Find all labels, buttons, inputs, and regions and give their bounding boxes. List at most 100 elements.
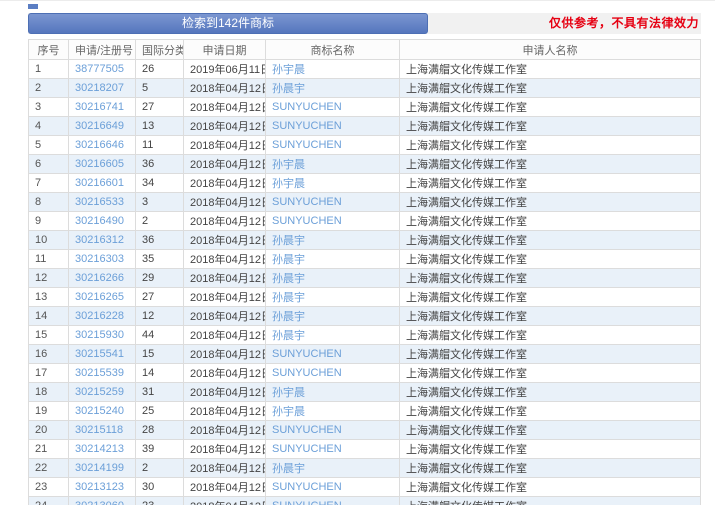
cell-application-date: 2018年04月12日 bbox=[184, 478, 266, 497]
cell-application-number-link[interactable]: 30215240 bbox=[69, 402, 136, 421]
cell-application-number-link[interactable]: 30216228 bbox=[69, 307, 136, 326]
table-row: 5 30216646 11 2018年04月12日 SUNYUCHEN 上海满艒… bbox=[29, 136, 701, 155]
cell-application-number-link[interactable]: 38777505 bbox=[69, 60, 136, 79]
cell-application-number-link[interactable]: 30214199 bbox=[69, 459, 136, 478]
cell-trademark-name-link[interactable]: SUNYUCHEN bbox=[266, 193, 400, 212]
cell-no: 9 bbox=[29, 212, 69, 231]
cell-applicant-name: 上海满艒文化传媒工作室 bbox=[400, 231, 701, 250]
cell-application-number-link[interactable]: 30216605 bbox=[69, 155, 136, 174]
cell-applicant-name: 上海满艒文化传媒工作室 bbox=[400, 193, 701, 212]
cell-application-date: 2018年04月12日 bbox=[184, 345, 266, 364]
cell-application-number-link[interactable]: 30216490 bbox=[69, 212, 136, 231]
cell-trademark-name-link[interactable]: SUNYUCHEN bbox=[266, 421, 400, 440]
cell-international-class: 12 bbox=[136, 307, 184, 326]
table-row: 4 30216649 13 2018年04月12日 SUNYUCHEN 上海满艒… bbox=[29, 117, 701, 136]
cell-trademark-name-link[interactable]: SUNYUCHEN bbox=[266, 345, 400, 364]
table-row: 13 30216265 27 2018年04月12日 孙晨宇 上海满艒文化传媒工… bbox=[29, 288, 701, 307]
cell-trademark-name-link[interactable]: 孙晨宇 bbox=[266, 231, 400, 250]
cell-no: 23 bbox=[29, 478, 69, 497]
cell-application-number-link[interactable]: 30215541 bbox=[69, 345, 136, 364]
cell-international-class: 27 bbox=[136, 288, 184, 307]
cell-trademark-name-link[interactable]: SUNYUCHEN bbox=[266, 440, 400, 459]
cell-application-number-link[interactable]: 30216741 bbox=[69, 98, 136, 117]
cell-international-class: 34 bbox=[136, 174, 184, 193]
cell-application-number-link[interactable]: 30215930 bbox=[69, 326, 136, 345]
cell-application-date: 2018年04月12日 bbox=[184, 231, 266, 250]
table-row: 15 30215930 44 2018年04月12日 孙晨宇 上海满艒文化传媒工… bbox=[29, 326, 701, 345]
cell-application-date: 2018年04月12日 bbox=[184, 440, 266, 459]
cell-trademark-name-link[interactable]: 孙晨宇 bbox=[266, 269, 400, 288]
table-header-row: 序号 申请/注册号 国际分类 申请日期 商标名称 申请人名称 bbox=[29, 40, 701, 60]
cell-trademark-name-link[interactable]: 孙晨宇 bbox=[266, 307, 400, 326]
cell-application-number-link[interactable]: 30213060 bbox=[69, 497, 136, 505]
cell-application-number-link[interactable]: 30218207 bbox=[69, 79, 136, 98]
cell-application-date: 2018年04月12日 bbox=[184, 326, 266, 345]
cell-international-class: 36 bbox=[136, 155, 184, 174]
cell-application-number-link[interactable]: 30216649 bbox=[69, 117, 136, 136]
cell-international-class: 30 bbox=[136, 478, 184, 497]
cell-applicant-name: 上海满艒文化传媒工作室 bbox=[400, 155, 701, 174]
cell-trademark-name-link[interactable]: 孙宇晨 bbox=[266, 402, 400, 421]
header-no: 序号 bbox=[29, 40, 69, 60]
cell-application-number-link[interactable]: 30216265 bbox=[69, 288, 136, 307]
cell-application-date: 2018年04月12日 bbox=[184, 250, 266, 269]
cell-trademark-name-link[interactable]: 孙宇晨 bbox=[266, 174, 400, 193]
results-table-container: 序号 申请/注册号 国际分类 申请日期 商标名称 申请人名称 1 3877750… bbox=[28, 39, 701, 505]
cell-application-date: 2018年04月12日 bbox=[184, 174, 266, 193]
result-count-button[interactable]: 检索到142件商标 bbox=[28, 13, 428, 34]
cell-application-date: 2018年04月12日 bbox=[184, 155, 266, 174]
cell-applicant-name: 上海满艒文化传媒工作室 bbox=[400, 174, 701, 193]
cell-application-number-link[interactable]: 30214213 bbox=[69, 440, 136, 459]
cell-no: 3 bbox=[29, 98, 69, 117]
cell-trademark-name-link[interactable]: 孙晨宇 bbox=[266, 288, 400, 307]
cell-international-class: 35 bbox=[136, 250, 184, 269]
cell-application-date: 2018年04月12日 bbox=[184, 307, 266, 326]
cell-applicant-name: 上海满艒文化传媒工作室 bbox=[400, 79, 701, 98]
cell-trademark-name-link[interactable]: SUNYUCHEN bbox=[266, 497, 400, 505]
table-row: 21 30214213 39 2018年04月12日 SUNYUCHEN 上海满… bbox=[29, 440, 701, 459]
cell-application-number-link[interactable]: 30216646 bbox=[69, 136, 136, 155]
cell-application-number-link[interactable]: 30216312 bbox=[69, 231, 136, 250]
table-row: 1 38777505 26 2019年06月11日 孙宇晨 上海满艒文化传媒工作… bbox=[29, 60, 701, 79]
cell-application-number-link[interactable]: 30213123 bbox=[69, 478, 136, 497]
legal-disclaimer-text: 仅供参考，不具有法律效力 bbox=[428, 13, 701, 34]
cell-application-number-link[interactable]: 30216266 bbox=[69, 269, 136, 288]
header-applicant-name: 申请人名称 bbox=[400, 40, 701, 60]
cell-trademark-name-link[interactable]: SUNYUCHEN bbox=[266, 364, 400, 383]
table-row: 11 30216303 35 2018年04月12日 孙晨宇 上海满艒文化传媒工… bbox=[29, 250, 701, 269]
cell-no: 20 bbox=[29, 421, 69, 440]
cell-trademark-name-link[interactable]: 孙晨宇 bbox=[266, 459, 400, 478]
cell-application-number-link[interactable]: 30215118 bbox=[69, 421, 136, 440]
cell-international-class: 28 bbox=[136, 421, 184, 440]
cell-trademark-name-link[interactable]: SUNYUCHEN bbox=[266, 212, 400, 231]
cell-application-number-link[interactable]: 30215259 bbox=[69, 383, 136, 402]
cell-application-number-link[interactable]: 30215539 bbox=[69, 364, 136, 383]
cell-trademark-name-link[interactable]: 孙宇晨 bbox=[266, 155, 400, 174]
table-row: 20 30215118 28 2018年04月12日 SUNYUCHEN 上海满… bbox=[29, 421, 701, 440]
cell-trademark-name-link[interactable]: 孙宇晨 bbox=[266, 383, 400, 402]
cell-trademark-name-link[interactable]: SUNYUCHEN bbox=[266, 117, 400, 136]
cell-international-class: 5 bbox=[136, 79, 184, 98]
cell-no: 13 bbox=[29, 288, 69, 307]
cell-international-class: 2 bbox=[136, 459, 184, 478]
cell-trademark-name-link[interactable]: 孙晨宇 bbox=[266, 326, 400, 345]
table-row: 3 30216741 27 2018年04月12日 SUNYUCHEN 上海满艒… bbox=[29, 98, 701, 117]
cell-no: 19 bbox=[29, 402, 69, 421]
cell-trademark-name-link[interactable]: SUNYUCHEN bbox=[266, 136, 400, 155]
trademark-search-results-page: 检索到142件商标 仅供参考，不具有法律效力 序号 申请/注册号 国际分类 申请… bbox=[0, 0, 715, 505]
cell-trademark-name-link[interactable]: 孙晨宇 bbox=[266, 79, 400, 98]
cell-trademark-name-link[interactable]: SUNYUCHEN bbox=[266, 478, 400, 497]
table-row: 22 30214199 2 2018年04月12日 孙晨宇 上海满艒文化传媒工作… bbox=[29, 459, 701, 478]
top-blue-fragment bbox=[28, 4, 38, 9]
table-row: 17 30215539 14 2018年04月12日 SUNYUCHEN 上海满… bbox=[29, 364, 701, 383]
cell-applicant-name: 上海满艒文化传媒工作室 bbox=[400, 326, 701, 345]
table-row: 10 30216312 36 2018年04月12日 孙晨宇 上海满艒文化传媒工… bbox=[29, 231, 701, 250]
table-row: 12 30216266 29 2018年04月12日 孙晨宇 上海满艒文化传媒工… bbox=[29, 269, 701, 288]
cell-application-number-link[interactable]: 30216303 bbox=[69, 250, 136, 269]
cell-application-number-link[interactable]: 30216533 bbox=[69, 193, 136, 212]
cell-application-number-link[interactable]: 30216601 bbox=[69, 174, 136, 193]
cell-trademark-name-link[interactable]: 孙晨宇 bbox=[266, 250, 400, 269]
cell-trademark-name-link[interactable]: 孙宇晨 bbox=[266, 60, 400, 79]
cell-trademark-name-link[interactable]: SUNYUCHEN bbox=[266, 98, 400, 117]
table-row: 16 30215541 15 2018年04月12日 SUNYUCHEN 上海满… bbox=[29, 345, 701, 364]
